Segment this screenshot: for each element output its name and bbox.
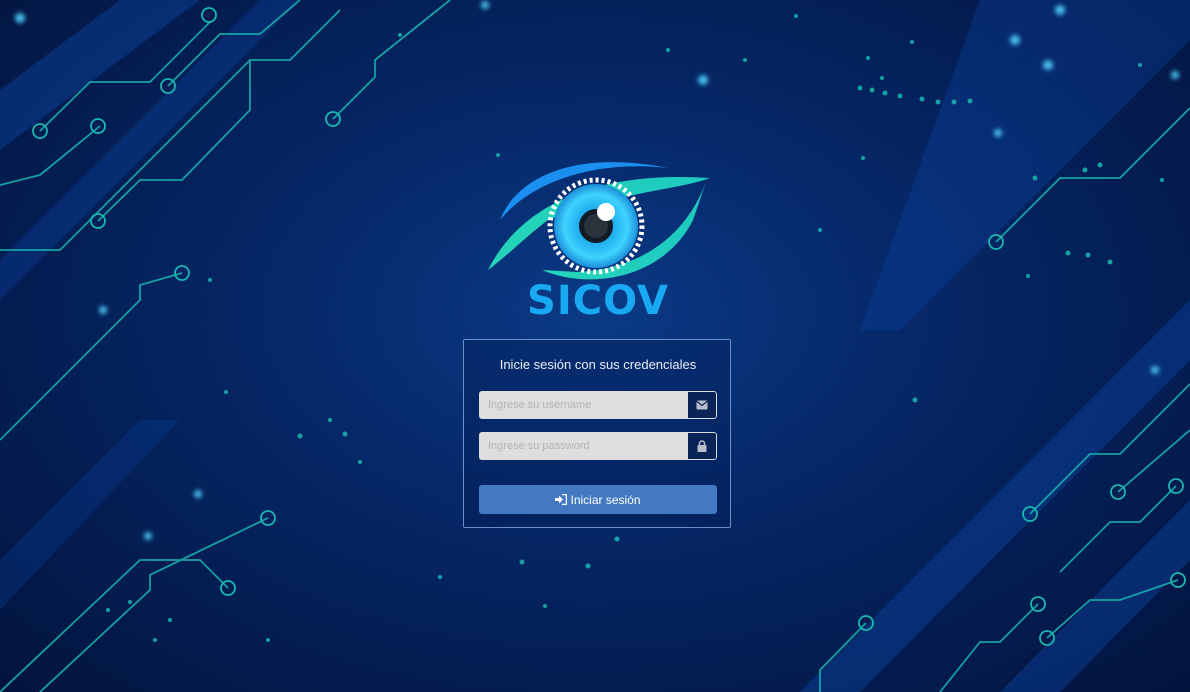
username-input[interactable] — [479, 391, 688, 419]
envelope-icon — [688, 391, 717, 419]
login-card: Inicie sesión con sus credenciales Inici… — [463, 339, 731, 528]
password-input[interactable] — [479, 432, 688, 460]
sicov-logo: SICOV — [478, 150, 718, 330]
app-name: SICOV — [527, 278, 669, 324]
sign-in-icon — [555, 494, 568, 505]
lock-icon — [688, 432, 717, 460]
password-field-group — [479, 432, 717, 460]
eye-logo-icon — [488, 162, 710, 280]
login-title: Inicie sesión con sus credenciales — [499, 357, 697, 372]
login-button[interactable]: Iniciar sesión — [479, 485, 717, 514]
username-field-group — [479, 391, 717, 419]
login-button-label: Iniciar sesión — [570, 492, 641, 507]
